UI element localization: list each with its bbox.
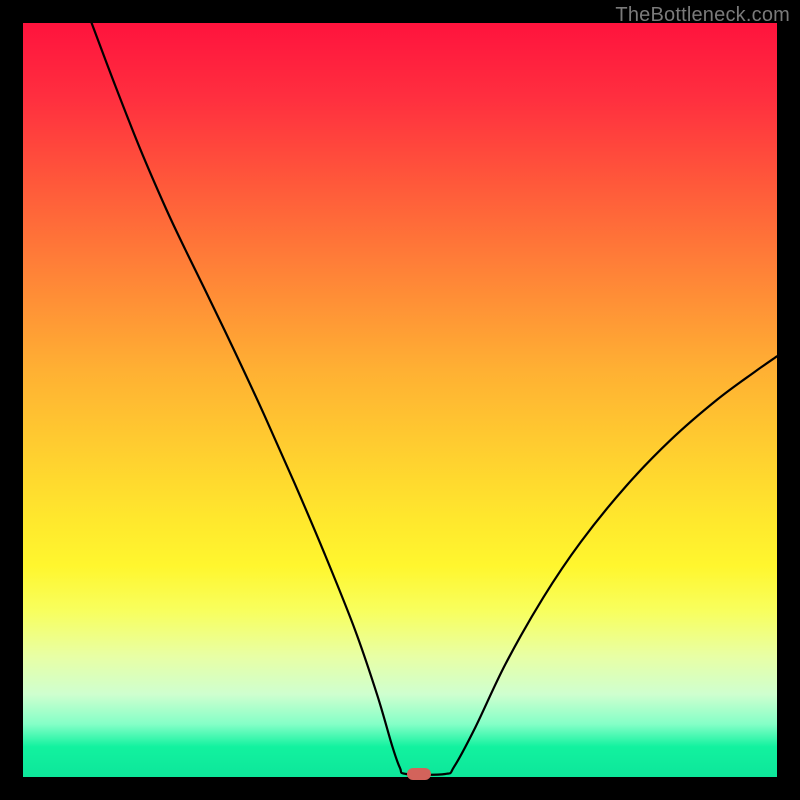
plot-area <box>23 23 777 777</box>
watermark-text: TheBottleneck.com <box>615 4 790 27</box>
chart-stage: TheBottleneck.com <box>0 0 800 800</box>
minimum-marker <box>407 768 431 780</box>
curve-svg <box>23 23 777 777</box>
curve-line <box>92 23 777 775</box>
